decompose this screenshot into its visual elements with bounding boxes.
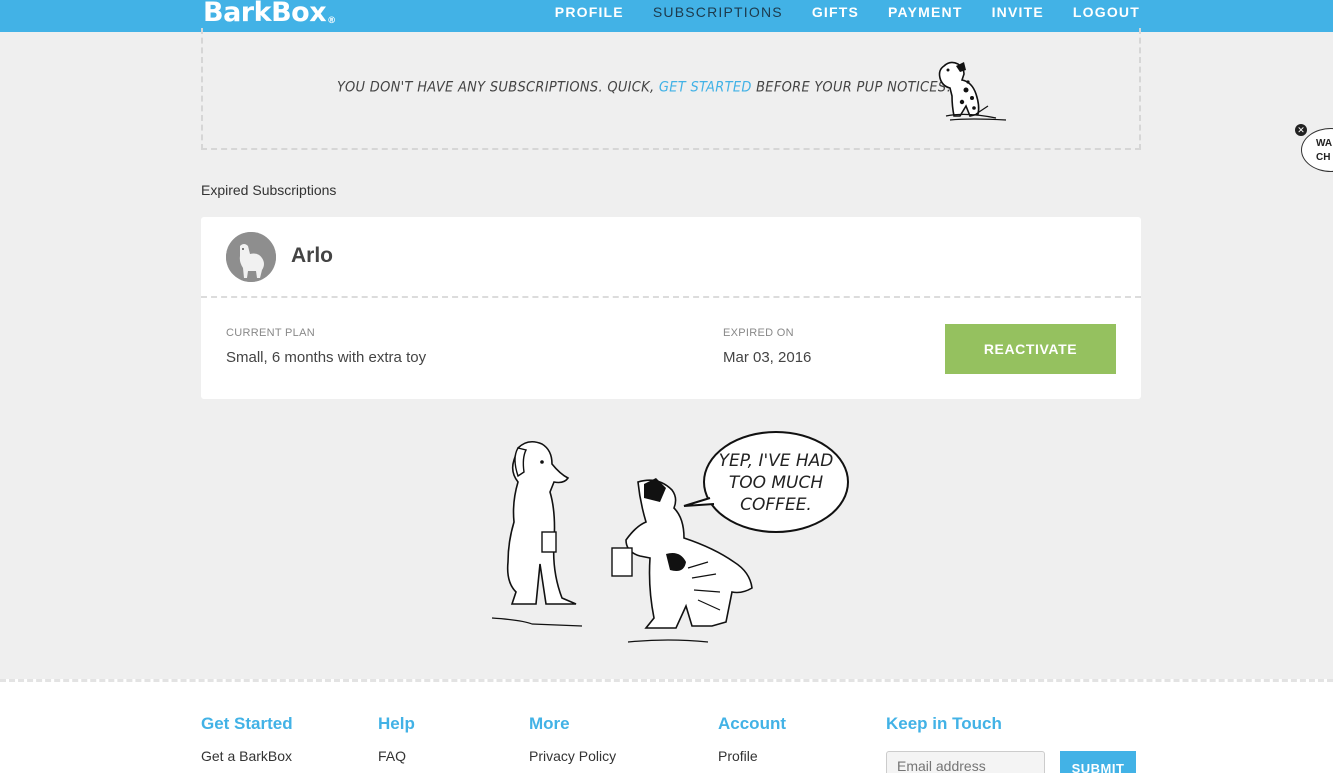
footer-heading-get-started: Get Started bbox=[201, 714, 293, 733]
footer-heading-more: More bbox=[529, 714, 570, 733]
logo-text: BarkBox bbox=[203, 0, 327, 28]
footer-column-keep-in-touch: Keep in Touch bbox=[886, 714, 1002, 748]
empty-subscriptions-panel: You don't have any subscriptions. Quick,… bbox=[201, 28, 1141, 150]
speech-bubble-text: YEP, I'VE HAD TOO MUCH COFFEE. bbox=[718, 451, 834, 515]
footer-link-profile[interactable]: Profile bbox=[718, 748, 786, 764]
pet-avatar bbox=[226, 232, 276, 282]
nav-invite[interactable]: INVITE bbox=[992, 4, 1044, 20]
spotted-dog-illustration bbox=[938, 61, 1007, 121]
nav-profile[interactable]: PROFILE bbox=[555, 4, 624, 20]
footer-link-faq[interactable]: FAQ bbox=[378, 748, 415, 764]
expired-subscriptions-heading: Expired Subscriptions bbox=[201, 182, 337, 198]
footer-heading-help: Help bbox=[378, 714, 415, 733]
current-plan-value: Small, 6 months with extra toy bbox=[226, 349, 427, 366]
expired-subscription-card: Arlo CURRENT PLAN Small, 6 months with e… bbox=[201, 217, 1141, 399]
reactivate-button[interactable]: REACTIVATE bbox=[945, 324, 1116, 374]
expired-on-label: EXPIRED ON bbox=[723, 327, 794, 339]
empty-message-after: before your pup notices! bbox=[756, 79, 952, 96]
nav-logout[interactable]: LOGOUT bbox=[1073, 4, 1140, 20]
footer-link-privacy-policy[interactable]: Privacy Policy bbox=[529, 748, 616, 764]
footer-column-help: Help FAQ bbox=[378, 714, 415, 764]
chat-bubble-widget[interactable]: WA CH bbox=[1301, 128, 1333, 172]
empty-subscriptions-message: You don't have any subscriptions. Quick,… bbox=[337, 79, 952, 96]
footer-heading-account: Account bbox=[718, 714, 786, 733]
pet-name: Arlo bbox=[291, 244, 333, 267]
dog-photo-icon bbox=[226, 232, 276, 282]
newsletter-email-input[interactable] bbox=[886, 751, 1045, 773]
nav-payment[interactable]: PAYMENT bbox=[888, 4, 963, 20]
barkbox-logo[interactable]: BarkBox® bbox=[203, 0, 336, 28]
footer-column-account: Account Profile bbox=[718, 714, 786, 764]
footer-link-get-a-barkbox[interactable]: Get a BarkBox bbox=[201, 748, 293, 764]
newsletter-submit-button[interactable]: SUBMIT bbox=[1060, 751, 1136, 773]
main-nav: PROFILE SUBSCRIPTIONS GIFTS PAYMENT INVI… bbox=[555, 4, 1140, 20]
footer-column-get-started: Get Started Get a BarkBox bbox=[201, 714, 293, 764]
current-plan-label: CURRENT PLAN bbox=[226, 327, 315, 339]
close-icon[interactable]: ✕ bbox=[1295, 124, 1307, 136]
get-started-link[interactable]: get started bbox=[659, 79, 752, 96]
registered-mark: ® bbox=[327, 16, 336, 26]
footer-heading-keep-in-touch: Keep in Touch bbox=[886, 714, 1002, 733]
card-header: Arlo bbox=[201, 217, 1141, 298]
expired-on-value: Mar 03, 2016 bbox=[723, 349, 812, 366]
nav-gifts[interactable]: GIFTS bbox=[812, 4, 859, 20]
empty-message-before: You don't have any subscriptions. Quick, bbox=[337, 79, 655, 96]
footer-column-more: More Privacy Policy bbox=[529, 714, 616, 764]
nav-subscriptions[interactable]: SUBSCRIPTIONS bbox=[653, 4, 783, 20]
chat-bubble-text: WA CH bbox=[1316, 138, 1333, 163]
